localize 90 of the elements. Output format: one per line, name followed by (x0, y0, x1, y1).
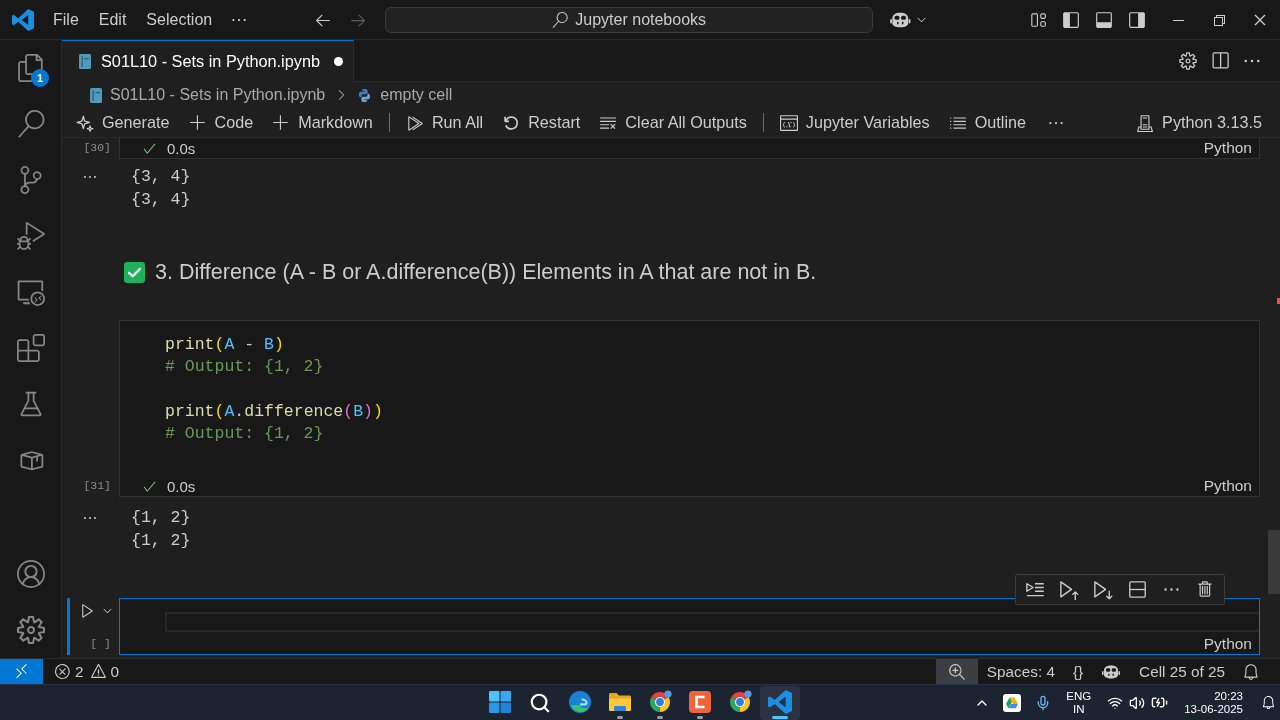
menu-item[interactable]: File (45, 6, 87, 33)
error-icon (54, 663, 71, 680)
volume-icon[interactable] (1129, 694, 1146, 711)
status-item[interactable]: {} (1063, 659, 1093, 684)
search-icon[interactable] (529, 691, 551, 714)
clock-time[interactable]: 20:23 (1214, 689, 1243, 703)
kernel-picker-button[interactable]: Python 3.13.5 (1132, 111, 1266, 134)
notebook-icon (79, 54, 91, 69)
extensions-icon[interactable] (16, 334, 45, 362)
sparkle-icon (76, 113, 94, 132)
sidebar-right-icon[interactable] (1127, 10, 1146, 29)
input-region-text[interactable]: IN (1072, 702, 1085, 716)
warning-icon (89, 663, 107, 680)
menu-item[interactable]: Edit (90, 6, 135, 33)
run-above-icon[interactable] (1059, 580, 1079, 600)
output-text: {1, 2} (131, 530, 191, 552)
execution-count: [30] (82, 140, 112, 156)
breadcrumb-item[interactable]: empty cell (355, 86, 455, 104)
outline-button[interactable]: Outline (944, 111, 1030, 134)
files-icon[interactable] (16, 54, 45, 82)
clock-date[interactable]: 13-06-2025 (1184, 702, 1243, 716)
vscode-logo-icon (12, 8, 34, 31)
count-badge: 1 (31, 69, 49, 87)
server-icon (1136, 113, 1155, 132)
check-box-icon (124, 261, 145, 283)
status-item[interactable]: Cell 25 of 25 (1130, 659, 1234, 684)
robot-face-icon[interactable] (1101, 663, 1122, 680)
restart-button[interactable]: Restart (498, 111, 585, 134)
problems-button[interactable]: 2 0 (45, 659, 129, 684)
edge-icon[interactable] (568, 689, 592, 714)
account-icon[interactable] (16, 560, 45, 588)
add-cell-button[interactable]: Markdown (268, 111, 377, 134)
panel-icon[interactable] (1094, 10, 1113, 29)
scrollbar-thumb[interactable] (1268, 530, 1280, 594)
menu-item[interactable]: Selection (138, 6, 221, 33)
app-tile-icon[interactable] (688, 689, 712, 714)
python-icon (357, 87, 373, 103)
chrome-icon[interactable] (648, 689, 672, 714)
restart-icon (502, 113, 521, 132)
run-cell-icon[interactable] (79, 602, 96, 620)
markdown-text: 3. Difference (A - B or A.difference(B)) Elements in A that are not in B. (155, 259, 817, 285)
code-line: # Output: {1, 2} (165, 423, 324, 446)
settings-icon[interactable] (1178, 50, 1198, 71)
split-editor-icon[interactable] (1210, 50, 1230, 71)
output-text: {3, 4} (131, 188, 191, 211)
drive-icon[interactable] (1003, 693, 1022, 712)
layout-icon[interactable] (1028, 10, 1047, 29)
search-icon (552, 11, 569, 28)
status-item[interactable]: Spaces: 4 (977, 659, 1064, 684)
cell-language[interactable]: Python (1203, 139, 1252, 157)
command-center-search[interactable]: Jupyter notebooks (385, 6, 874, 33)
error-marker-icon (1277, 298, 1280, 304)
start-icon[interactable] (488, 689, 512, 714)
plus-icon (272, 113, 291, 132)
plus-icon (188, 113, 207, 132)
settings-icon[interactable] (16, 616, 45, 644)
zoom-button[interactable] (935, 659, 978, 684)
execution-time: 0.0s (167, 139, 196, 157)
add-cell-button[interactable]: Code (184, 111, 258, 134)
code-line: print(A - B) (165, 334, 284, 356)
zoom-in-icon (947, 662, 966, 681)
cell-language[interactable]: Python (1203, 635, 1252, 654)
code-line: print(A.difference(B)) (165, 400, 383, 423)
bell-icon[interactable] (1242, 662, 1260, 681)
generate-button[interactable]: Generate (72, 111, 174, 134)
run-all-button[interactable]: Run All (401, 111, 488, 134)
chrome-icon[interactable] (728, 689, 752, 714)
run-all-icon (405, 113, 424, 132)
vscode-icon (768, 689, 792, 714)
editor-tab[interactable]: S01L10 - Sets in Python.ipynb (62, 40, 354, 82)
active-taskbar-button[interactable] (760, 685, 800, 720)
notebook-icon (90, 87, 102, 103)
breadcrumb-item[interactable]: S01L10 - Sets in Python.ipynb (88, 86, 328, 104)
execution-time: 0.0s (167, 478, 196, 495)
code-line: # Output: {1, 2} (165, 356, 324, 379)
clear-outputs-button[interactable]: Clear All Outputs (595, 111, 751, 134)
run-below-icon[interactable] (1093, 580, 1113, 600)
notification-bell-icon[interactable] (1261, 695, 1276, 710)
split-cell-icon[interactable] (1127, 580, 1147, 600)
robot-face-icon[interactable] (889, 10, 912, 29)
execution-count: [31] (82, 478, 112, 495)
cell-language[interactable]: Python (1203, 477, 1252, 496)
run-debug-icon[interactable] (16, 222, 45, 250)
remote-explorer-icon[interactable] (16, 278, 45, 306)
output-text: {1, 2} (131, 507, 191, 530)
sidebar-left-icon[interactable] (1061, 10, 1080, 29)
output-text: {3, 4} (131, 166, 191, 188)
code-input-field[interactable] (165, 612, 1259, 633)
execution-count: [ ] (89, 636, 112, 653)
input-language-text[interactable]: ENG (1066, 689, 1092, 703)
